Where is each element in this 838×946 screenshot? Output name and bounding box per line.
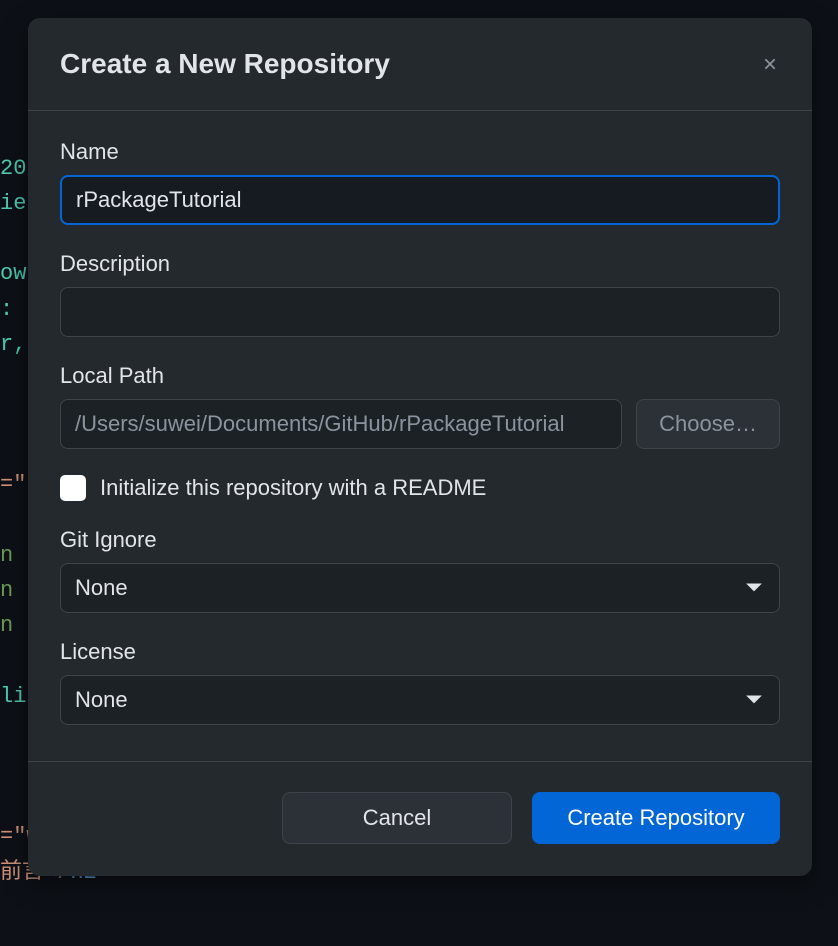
license-label: License xyxy=(60,639,780,665)
local-path-label: Local Path xyxy=(60,363,780,389)
dialog-body: Name Description Local Path Choose… Init… xyxy=(28,111,812,761)
description-label: Description xyxy=(60,251,780,277)
git-ignore-label: Git Ignore xyxy=(60,527,780,553)
git-ignore-select[interactable]: None xyxy=(60,563,780,613)
name-input[interactable] xyxy=(60,175,780,225)
chevron-down-icon xyxy=(743,577,765,599)
readme-checkbox[interactable] xyxy=(60,475,86,501)
name-label: Name xyxy=(60,139,780,165)
dialog-header: Create a New Repository xyxy=(28,18,812,111)
dialog-title: Create a New Repository xyxy=(60,48,390,80)
dialog-footer: Cancel Create Repository xyxy=(28,761,812,876)
license-select[interactable]: None xyxy=(60,675,780,725)
create-repository-dialog: Create a New Repository Name Description… xyxy=(28,18,812,876)
git-ignore-value: None xyxy=(75,575,128,601)
license-value: None xyxy=(75,687,128,713)
create-repository-button[interactable]: Create Repository xyxy=(532,792,780,844)
chevron-down-icon xyxy=(743,689,765,711)
local-path-input[interactable] xyxy=(60,399,622,449)
close-icon[interactable] xyxy=(760,54,780,74)
readme-label: Initialize this repository with a README xyxy=(100,475,486,501)
choose-button[interactable]: Choose… xyxy=(636,399,780,449)
cancel-button[interactable]: Cancel xyxy=(282,792,512,844)
description-input[interactable] xyxy=(60,287,780,337)
